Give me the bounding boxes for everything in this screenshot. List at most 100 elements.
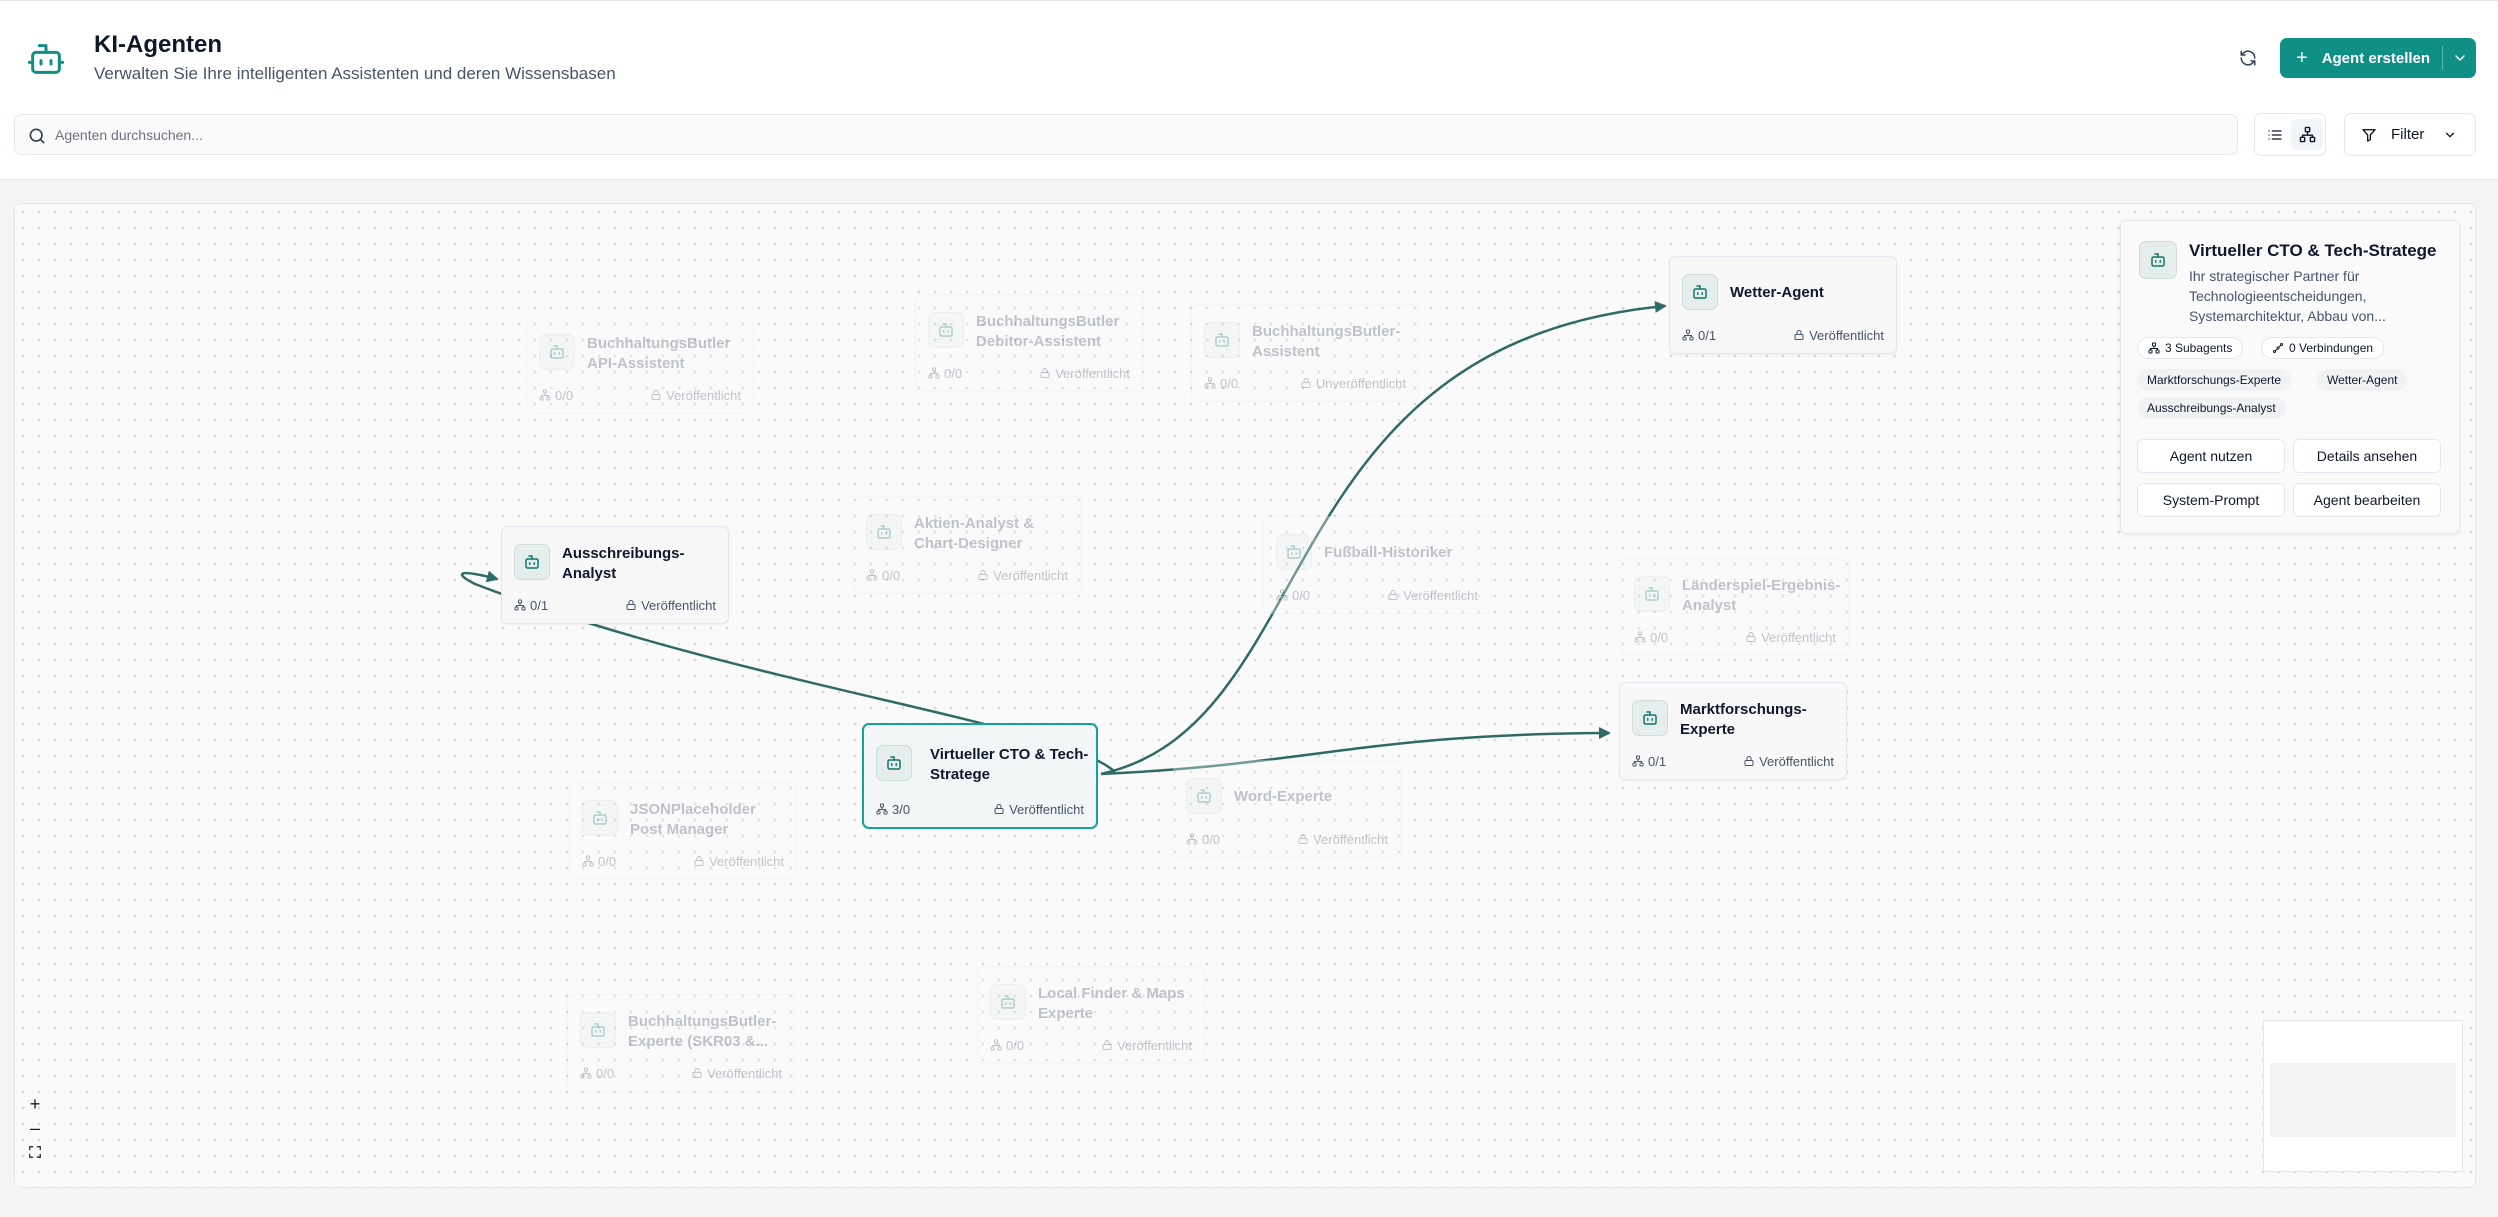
edit-agent-button[interactable]: Agent bearbeiten xyxy=(2293,483,2441,517)
refresh-button[interactable] xyxy=(2228,39,2268,77)
status-label: Veröffentlicht xyxy=(1101,1038,1192,1053)
status-label: Veröffentlicht xyxy=(1297,832,1388,847)
status-label: Veröffentlicht xyxy=(1039,366,1130,381)
tag-chip: Wetter-Agent xyxy=(2317,369,2408,391)
subagent-count: 0/0 xyxy=(1276,588,1310,603)
bot-icon xyxy=(866,514,902,550)
subagents-badge: 3 Subagents xyxy=(2137,337,2244,359)
minimap[interactable] xyxy=(2263,1020,2463,1172)
lock-icon xyxy=(651,390,661,400)
agent-node-title: BuchhaltungsButler-Experte (SKR03 &... xyxy=(628,1013,777,1050)
status-label: Veröffentlicht xyxy=(1793,328,1884,343)
zoom-out-button[interactable]: – xyxy=(23,1116,47,1140)
agent-node-title: JSONPlaceholder Post Manager xyxy=(630,801,756,838)
graph-view-button[interactable] xyxy=(2291,119,2323,150)
page-title: KI-Agenten xyxy=(94,31,222,58)
bot-icon xyxy=(1632,700,1668,736)
network-icon xyxy=(1682,329,1694,341)
status-label: Veröffentlicht xyxy=(625,598,716,613)
bot-icon xyxy=(1204,322,1240,358)
header-bar: KI-Agenten Verwalten Sie Ihre intelligen… xyxy=(0,0,2498,180)
network-icon xyxy=(582,855,594,867)
search-icon xyxy=(29,128,45,144)
search-input[interactable] xyxy=(55,115,2225,154)
fullscreen-icon xyxy=(29,1146,41,1158)
agent-graph-canvas[interactable]: BuchhaltungsButler API-Assistent 0/0 Verö… xyxy=(14,203,2476,1188)
agent-node[interactable]: Fußball-Historiker 0/0 Veröffentlicht xyxy=(1263,516,1491,614)
minimap-viewport[interactable] xyxy=(2270,1063,2456,1137)
fit-view-button[interactable] xyxy=(23,1140,47,1164)
agent-node[interactable]: Länderspiel-Ergebnis-Analyst 0/0 Veröffen… xyxy=(1621,558,1849,656)
button-divider xyxy=(2442,46,2443,70)
view-details-button[interactable]: Details ansehen xyxy=(2293,439,2441,473)
subagent-count: 0/0 xyxy=(1204,376,1238,391)
network-icon xyxy=(580,1067,592,1079)
subagent-count: 0/0 xyxy=(990,1038,1024,1053)
zoom-controls: + – xyxy=(23,1092,47,1164)
status-label: Veröffentlicht xyxy=(993,802,1084,817)
subagent-count: 0/1 xyxy=(1632,754,1666,769)
network-icon xyxy=(539,389,551,401)
use-agent-button[interactable]: Agent nutzen xyxy=(2137,439,2285,473)
agent-node-ausschreibungs[interactable]: Ausschreibungs-Analyst 0/1 Veröffentlicht xyxy=(501,526,729,624)
lock-icon xyxy=(694,856,704,866)
bot-icon xyxy=(2139,241,2177,279)
agent-node-title: Local Finder & Maps Experte xyxy=(1038,985,1185,1022)
agent-node-title: Virtueller CTO & Tech-Stratege xyxy=(930,746,1089,783)
network-icon xyxy=(1186,833,1198,845)
agent-node[interactable]: BuchhaltungsButler Debitor-Assistent 0/0… xyxy=(915,294,1143,392)
create-agent-button[interactable]: + Agent erstellen xyxy=(2280,38,2476,78)
network-icon xyxy=(1634,631,1646,643)
lock-icon xyxy=(1746,632,1756,642)
lock-icon xyxy=(1040,368,1050,378)
agent-node-wetter[interactable]: Wetter-Agent 0/1 Veröffentlicht xyxy=(1669,256,1897,354)
bot-icon xyxy=(876,745,912,781)
system-prompt-button[interactable]: System-Prompt xyxy=(2137,483,2285,517)
subagent-count: 3/0 xyxy=(876,802,910,817)
subagent-count: 0/0 xyxy=(1186,832,1220,847)
agent-node[interactable]: Word-Experte 0/0 Veröffentlicht xyxy=(1173,760,1401,858)
status-label: Veröffentlicht xyxy=(1387,588,1478,603)
lock-icon xyxy=(1388,590,1398,600)
agent-node[interactable]: BuchhaltungsButler-Experte (SKR03 &... 0… xyxy=(567,994,795,1092)
status-label: Veröffentlicht xyxy=(691,1066,782,1081)
agent-node-selected[interactable]: Virtueller CTO & Tech-Stratege 3/0 Veröff… xyxy=(862,723,1098,829)
network-icon xyxy=(990,1039,1002,1051)
subagent-count: 0/0 xyxy=(1634,630,1668,645)
bot-icon xyxy=(1682,274,1718,310)
plus-icon: + xyxy=(2296,47,2308,69)
robot-icon xyxy=(26,39,66,79)
status-label: Veröffentlicht xyxy=(1745,630,1836,645)
agent-node[interactable]: JSONPlaceholder Post Manager 0/0 Veröffen… xyxy=(569,782,797,880)
agent-node-title: BuchhaltungsButler Debitor-Assistent xyxy=(976,313,1120,350)
bot-icon xyxy=(1186,778,1222,814)
subagent-count: 0/0 xyxy=(580,1066,614,1081)
lock-icon xyxy=(626,600,636,610)
agent-node[interactable]: BuchhaltungsButler API-Assistent 0/0 Verö… xyxy=(526,316,754,414)
network-icon xyxy=(866,569,878,581)
view-toggle xyxy=(2254,113,2326,156)
list-view-button[interactable] xyxy=(2259,119,2291,150)
agent-node[interactable]: Aktien-Analyst & Chart-Designer 0/0 Veröf… xyxy=(853,496,1081,594)
agent-node-title: Aktien-Analyst & Chart-Designer xyxy=(914,515,1035,552)
chevron-down-icon xyxy=(2445,132,2455,138)
lock-icon xyxy=(1794,330,1804,340)
lock-icon xyxy=(994,804,1004,814)
lock-icon xyxy=(1744,756,1754,766)
agent-node-marktforschung[interactable]: Marktforschungs-Experte 0/1 Veröffentlich… xyxy=(1619,682,1847,780)
subagent-count: 0/0 xyxy=(866,568,900,583)
zoom-in-button[interactable]: + xyxy=(23,1092,47,1116)
chevron-down-icon[interactable] xyxy=(2452,50,2468,66)
status-label: Veröffentlicht xyxy=(650,388,741,403)
agent-node-title: Länderspiel-Ergebnis-Analyst xyxy=(1682,577,1841,614)
filter-icon xyxy=(2362,128,2376,142)
agent-node-title: Fußball-Historiker xyxy=(1324,544,1453,561)
network-icon xyxy=(1632,755,1644,767)
filter-button[interactable]: Filter xyxy=(2344,113,2476,156)
agent-detail-panel: Virtueller CTO & Tech-Stratege Ihr strat… xyxy=(2120,220,2460,534)
agent-node[interactable]: Local Finder & Maps Experte 0/0 Veröffent… xyxy=(977,966,1205,1064)
create-agent-label: Agent erstellen xyxy=(2321,49,2431,67)
bot-icon xyxy=(1276,534,1312,570)
status-label: Veröffentlicht xyxy=(1743,754,1834,769)
agent-node[interactable]: BuchhaltungsButler-Assistent 0/0 Unveröff… xyxy=(1191,304,1419,402)
